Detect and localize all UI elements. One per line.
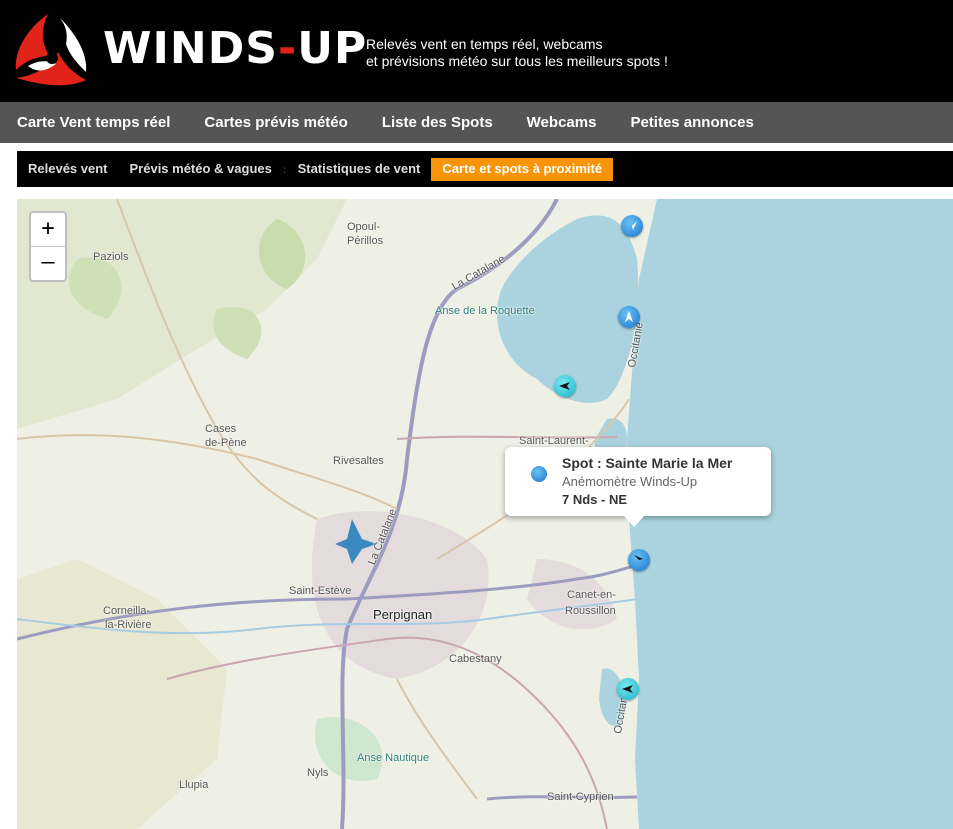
popup-tip — [623, 515, 645, 527]
place-perpignan: Perpignan — [373, 607, 433, 622]
tab-releves-vent[interactable]: Relevés vent — [17, 158, 119, 181]
brand-wordmark[interactable]: WINDS-UP — [103, 24, 367, 74]
wind-arrow-icon — [634, 555, 644, 565]
place-paziols: Paziols — [93, 251, 129, 263]
place-corneilla-2: la-Rivière — [105, 619, 152, 631]
spot-marker-icon — [531, 466, 547, 482]
winds-up-logo[interactable] — [8, 8, 98, 96]
spots-map[interactable]: + – Opoul- Périllos Paziols La Catalane … — [17, 199, 953, 829]
zoom-out-button[interactable]: – — [31, 246, 65, 280]
place-perillos: Périllos — [347, 235, 384, 247]
zoom-in-button[interactable]: + — [31, 213, 65, 246]
place-llupia: Llupia — [179, 779, 209, 791]
map-background — [17, 199, 953, 829]
popup-wind-reading: 7 Nds - NE — [562, 492, 628, 507]
place-saint-esteve: Saint-Estève — [289, 585, 352, 597]
tagline-line-2: et prévisions météo sur tous les meilleu… — [366, 53, 668, 69]
place-canet-1: Canet-en- — [567, 589, 616, 601]
nav-webcams[interactable]: Webcams — [510, 114, 614, 131]
main-nav: Carte Vent temps réel Cartes prévis mété… — [0, 102, 953, 143]
spot-marker-saint-cyprien[interactable] — [617, 678, 639, 700]
popup-subtitle: Anémomètre Winds-Up — [562, 474, 698, 489]
spot-marker-etang[interactable] — [554, 375, 576, 397]
sub-nav: Relevés vent Prévis météo & vagues : Sta… — [17, 151, 953, 187]
tagline-line-1: Relevés vent en temps réel, webcams — [366, 36, 603, 52]
place-corneilla-1: Corneilla- — [103, 605, 151, 617]
tab-carte-spots[interactable]: Carte et spots à proximité — [431, 157, 614, 181]
nav-petites-annonces[interactable]: Petites annonces — [613, 114, 770, 131]
tab-statistiques[interactable]: Statistiques de vent — [287, 158, 432, 181]
place-saint-laurent: Saint-Laurent- — [519, 435, 589, 447]
spot-marker-leucate[interactable] — [621, 215, 643, 237]
brand-suffix: UP — [297, 23, 368, 74]
spot-marker-leucate-plage[interactable] — [618, 306, 640, 328]
wind-arrow-icon — [627, 221, 637, 231]
spot-popup[interactable]: Spot : Sainte Marie la Mer Anémomètre Wi… — [505, 447, 771, 527]
place-saint-cyprien: Saint-Cyprien — [547, 791, 614, 803]
wind-arrow-icon — [559, 382, 570, 390]
place-opoul: Opoul- — [347, 221, 381, 233]
place-rivesaltes: Rivesaltes — [333, 455, 384, 467]
place-cabestany: Cabestany — [449, 653, 502, 665]
spot-marker-sainte-marie[interactable] — [628, 549, 650, 571]
zoom-control: + – — [29, 211, 67, 282]
nav-carte-vent[interactable]: Carte Vent temps réel — [0, 114, 187, 131]
wind-arrow-icon — [622, 685, 633, 693]
place-canet-2: Roussillon — [565, 605, 616, 617]
nav-liste-spots[interactable]: Liste des Spots — [365, 114, 510, 131]
site-header: WINDS-UP Relevés vent en temps réel, web… — [0, 0, 953, 102]
tab-previs-meteo[interactable]: Prévis météo & vagues — [119, 158, 283, 181]
place-cases-2: de-Pène — [205, 437, 247, 449]
place-nyls: Nyls — [307, 767, 329, 779]
place-cases-1: Cases — [205, 423, 237, 435]
brand-prefix: WINDS — [103, 23, 278, 74]
place-anse-nautique: Anse Nautique — [357, 752, 430, 764]
wind-arrow-icon — [625, 311, 633, 322]
nav-cartes-previs[interactable]: Cartes prévis météo — [187, 114, 364, 131]
popup-title[interactable]: Spot : Sainte Marie la Mer — [562, 455, 732, 471]
site-tagline: Relevés vent en temps réel, webcams et p… — [366, 36, 668, 70]
place-anse-roquette: Anse de la Roquette — [435, 305, 535, 317]
brand-dash: - — [277, 23, 298, 74]
